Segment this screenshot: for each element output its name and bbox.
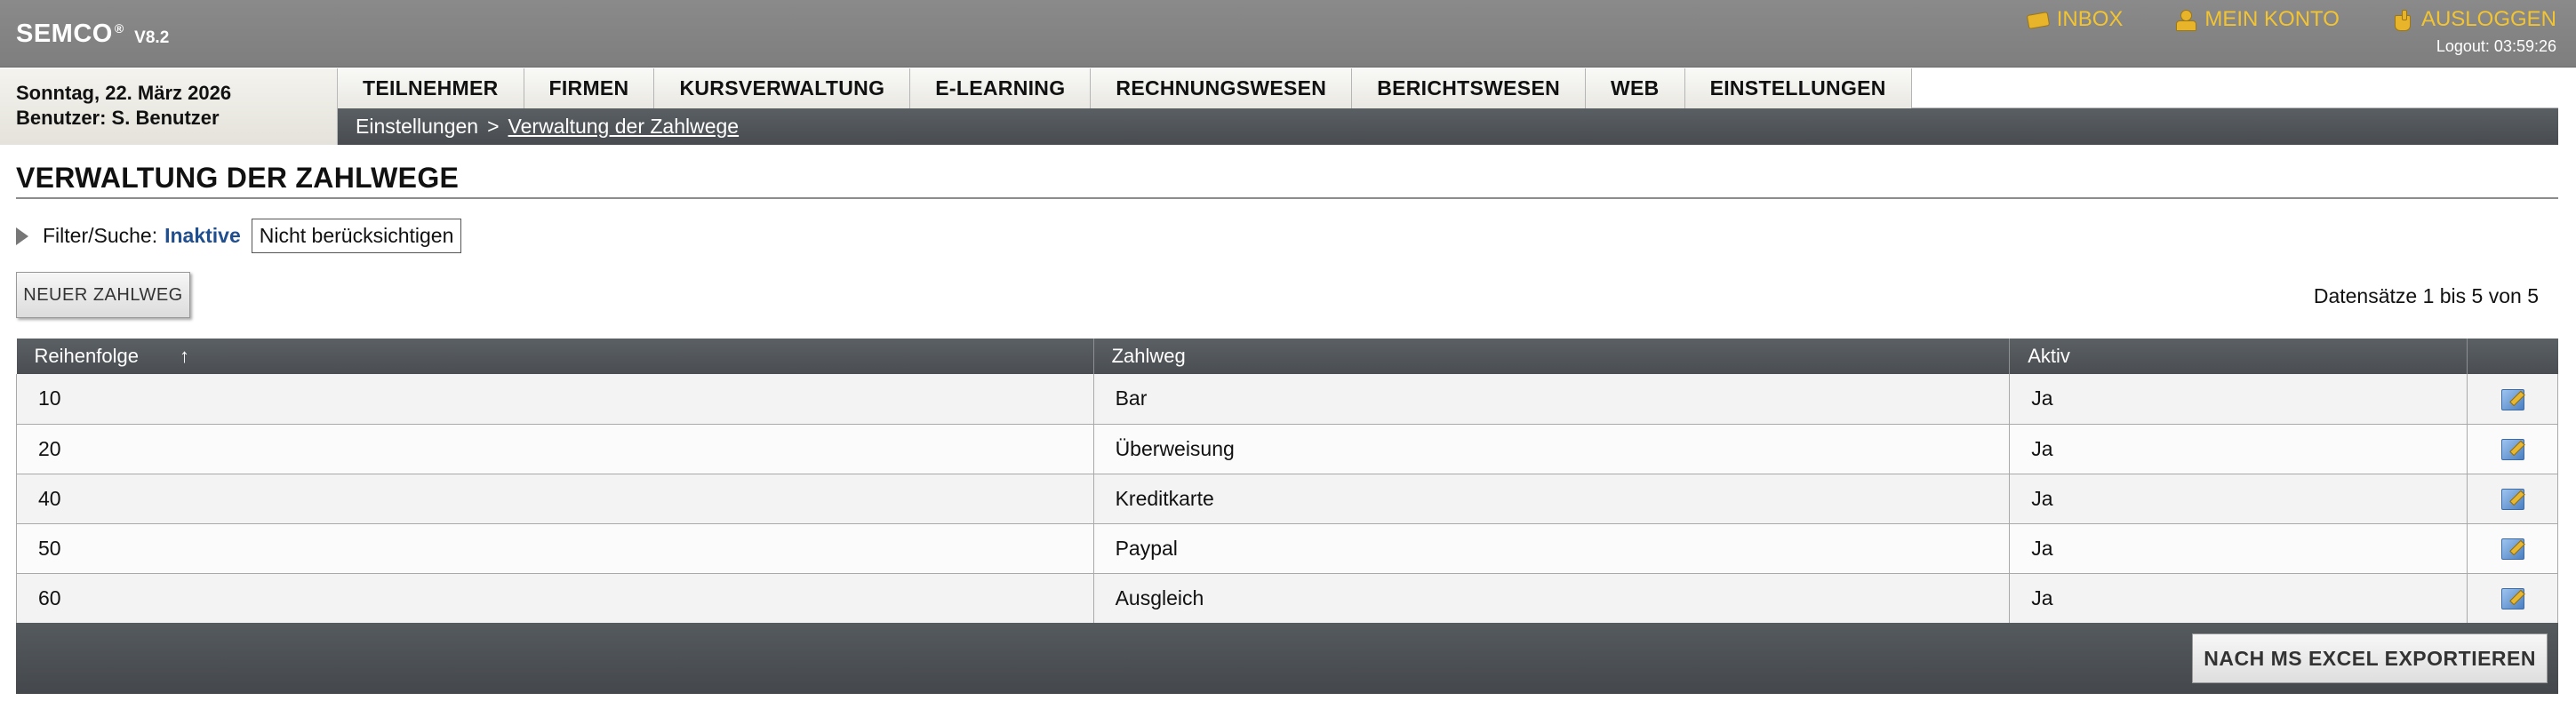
- top-header: SEMCO ® V8.2 INBOX MEIN KONTO AUSLOGGEN …: [0, 0, 2576, 68]
- new-payment-method-button[interactable]: NEUER ZAHLWEG: [16, 272, 190, 318]
- nav-item-firmen[interactable]: FIRMEN: [524, 68, 655, 108]
- cell-active: Ja: [2009, 573, 2468, 624]
- current-date: Sonntag, 22. März 2026: [16, 82, 232, 104]
- cell-actions: [2467, 374, 2558, 425]
- table-header-row: Reihenfolge ↑ Zahlweg Aktiv: [16, 339, 2558, 374]
- main-navigation: TEILNEHMER FIRMEN KURSVERWALTUNG E-LEARN…: [338, 68, 2558, 108]
- table-row: 60 Ausgleich Ja: [16, 573, 2558, 624]
- payment-methods-table: Reihenfolge ↑ Zahlweg Aktiv 10 Bar Ja 20 …: [16, 339, 2558, 624]
- breadcrumb: Einstellungen > Verwaltung der Zahlwege: [338, 108, 2558, 145]
- nav-item-rechnungswesen[interactable]: RECHNUNGSWESEN: [1091, 68, 1353, 108]
- my-account-label: MEIN KONTO: [2204, 7, 2340, 31]
- nav-item-web[interactable]: WEB: [1586, 68, 1685, 108]
- nav-filler: [1911, 68, 2558, 108]
- cell-order: 10: [16, 374, 1094, 425]
- cell-actions: [2467, 424, 2558, 474]
- breadcrumb-separator: >: [487, 115, 500, 138]
- my-account-link[interactable]: MEIN KONTO: [2174, 7, 2340, 32]
- cell-active: Ja: [2009, 523, 2468, 574]
- filter-label: Filter/Suche:: [43, 224, 158, 247]
- title-divider: [16, 197, 2558, 199]
- cell-actions: [2467, 573, 2558, 624]
- cell-order: 60: [16, 573, 1094, 624]
- nav-item-kursverwaltung[interactable]: KURSVERWALTUNG: [654, 68, 911, 108]
- logout-link[interactable]: AUSLOGGEN: [2391, 7, 2556, 32]
- top-links: INBOX MEIN KONTO AUSLOGGEN: [2027, 7, 2556, 32]
- cell-method: Bar: [1093, 374, 2011, 425]
- cell-actions: [2467, 474, 2558, 524]
- brand-registered-mark: ®: [114, 21, 124, 36]
- nav-item-berichtswesen[interactable]: BERICHTSWESEN: [1352, 68, 1586, 108]
- cell-order: 50: [16, 523, 1094, 574]
- edit-icon[interactable]: [2500, 486, 2526, 511]
- brand-name: SEMCO: [16, 20, 113, 48]
- inbox-link[interactable]: INBOX: [2027, 7, 2124, 32]
- page-title: VERWALTUNG DER ZAHLWEGE: [16, 162, 460, 194]
- cell-order: 40: [16, 474, 1094, 524]
- session-info: Sonntag, 22. März 2026 Benutzer: S. Benu…: [0, 68, 338, 145]
- logout-icon: [2391, 10, 2414, 31]
- column-header-order[interactable]: Reihenfolge ↑: [16, 339, 1094, 374]
- nav-item-einstellungen[interactable]: EINSTELLUNGEN: [1684, 68, 1912, 108]
- column-header-active[interactable]: Aktiv: [2009, 339, 2468, 374]
- records-count: Datensätze 1 bis 5 von 5: [2313, 284, 2539, 307]
- inbox-label: INBOX: [2056, 7, 2124, 31]
- cell-actions: [2467, 523, 2558, 574]
- column-header-order-label: Reihenfolge: [34, 345, 139, 367]
- cell-method: Ausgleich: [1093, 573, 2011, 624]
- cell-active: Ja: [2009, 374, 2468, 425]
- sort-ascending-icon[interactable]: ↑: [180, 345, 189, 367]
- current-user: Benutzer: S. Benutzer: [16, 107, 220, 129]
- cell-active: Ja: [2009, 474, 2468, 524]
- user-icon: [2174, 10, 2197, 31]
- table-row: 10 Bar Ja: [16, 374, 2558, 425]
- column-header-actions: [2467, 339, 2558, 374]
- cell-method: Paypal: [1093, 523, 2011, 574]
- inbox-icon: [2027, 10, 2050, 29]
- table-row: 40 Kreditkarte Ja: [16, 474, 2558, 524]
- breadcrumb-current-link[interactable]: Verwaltung der Zahlwege: [508, 115, 740, 139]
- table-row: 20 Überweisung Ja: [16, 424, 2558, 474]
- breadcrumb-parent: Einstellungen: [356, 115, 479, 138]
- filter-bar: Filter/Suche: Inaktive Nicht berücksicht…: [16, 219, 462, 253]
- expand-triangle-icon[interactable]: [16, 227, 28, 245]
- cell-method: Kreditkarte: [1093, 474, 2011, 524]
- filter-inactive-select[interactable]: Nicht berücksichtigen: [251, 219, 462, 253]
- table-row: 50 Paypal Ja: [16, 523, 2558, 574]
- logout-timer: Logout: 03:59:26: [2436, 37, 2556, 55]
- logout-label: AUSLOGGEN: [2420, 7, 2556, 31]
- edit-icon[interactable]: [2500, 586, 2526, 610]
- app-version: V8.2: [134, 28, 170, 47]
- cell-method: Überweisung: [1093, 424, 2011, 474]
- export-excel-button[interactable]: NACH MS EXCEL EXPORTIEREN: [2192, 633, 2548, 683]
- column-header-method[interactable]: Zahlweg: [1093, 339, 2011, 374]
- edit-icon[interactable]: [2500, 536, 2526, 561]
- table-footer: NACH MS EXCEL EXPORTIEREN: [16, 623, 2558, 694]
- cell-active: Ja: [2009, 424, 2468, 474]
- edit-icon[interactable]: [2500, 436, 2526, 461]
- nav-item-teilnehmer[interactable]: TEILNEHMER: [338, 68, 524, 108]
- nav-item-e-learning[interactable]: E-LEARNING: [910, 68, 1092, 108]
- edit-icon[interactable]: [2500, 386, 2526, 411]
- cell-order: 20: [16, 424, 1094, 474]
- filter-field-inactive[interactable]: Inaktive: [164, 224, 241, 248]
- brand-logo: SEMCO ® V8.2: [16, 20, 169, 49]
